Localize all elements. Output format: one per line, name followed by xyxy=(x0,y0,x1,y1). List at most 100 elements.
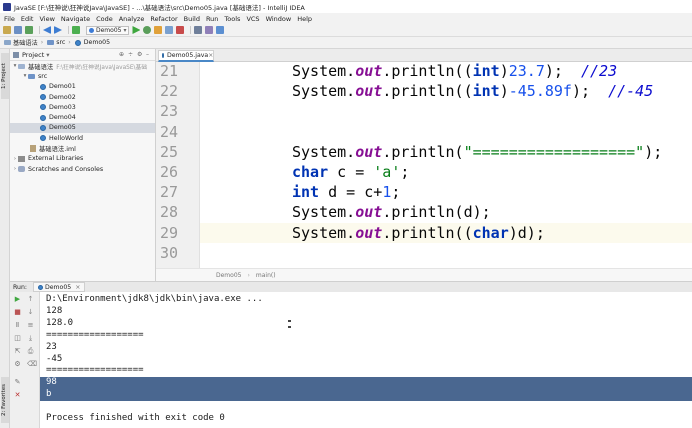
editor-tab-demo05[interactable]: Demo05.java × xyxy=(158,50,214,62)
tree-src-folder[interactable]: ▾ src xyxy=(10,71,155,81)
class-icon xyxy=(40,124,46,131)
stop-icon[interactable] xyxy=(176,26,185,34)
chevron-right-icon: › xyxy=(247,271,250,279)
code-token: System. xyxy=(292,142,356,161)
toolbar-divider xyxy=(190,26,192,34)
settings-gear-icon[interactable] xyxy=(194,26,203,34)
print-icon[interactable]: ⎙ xyxy=(27,348,34,355)
rerun-icon[interactable]: ▶ xyxy=(14,296,21,303)
menu-code[interactable]: Code xyxy=(96,15,113,23)
code-line[interactable]: int d = c+1; xyxy=(292,182,400,202)
scratches-label: Scratches and Consoles xyxy=(28,165,104,173)
pause-icon[interactable]: Ⅱ xyxy=(14,322,21,329)
tree-class-demo02[interactable]: Demo02 xyxy=(10,92,155,102)
sync-icon[interactable] xyxy=(25,26,33,34)
menu-tools[interactable]: Tools xyxy=(224,15,240,23)
code-token: ) xyxy=(499,62,509,80)
menu-edit[interactable]: Edit xyxy=(21,15,34,23)
clear-all-icon[interactable]: ⌫ xyxy=(27,361,37,368)
profile-icon[interactable] xyxy=(165,26,174,34)
src-label: src xyxy=(38,72,48,80)
project-tool-tab[interactable]: 1: Project xyxy=(1,53,9,99)
code-line[interactable]: System.out.println((char)d); xyxy=(292,223,545,243)
scroll-up-icon[interactable]: ↑ xyxy=(27,296,34,303)
tree-class-demo05[interactable]: Demo05 xyxy=(10,122,155,134)
code-token: //-45 xyxy=(608,82,654,101)
breadcrumb-src[interactable]: src › xyxy=(47,39,71,46)
run-console-output[interactable]: D:\Environment\jdk8\jdk\bin\java.exe ...… xyxy=(40,292,692,428)
class-icon xyxy=(40,114,46,121)
scroll-down-icon[interactable]: ↓ xyxy=(27,309,34,316)
external-libraries-label: External Libraries xyxy=(28,155,84,163)
build-hammer-icon[interactable] xyxy=(72,26,80,34)
soft-wrap-icon[interactable]: ≡ xyxy=(27,322,34,329)
menu-file[interactable]: File xyxy=(4,15,15,23)
menu-view[interactable]: View xyxy=(39,15,54,23)
code-line[interactable]: System.out.println((int)-45.89f); //-45 xyxy=(292,81,653,101)
forward-icon[interactable] xyxy=(54,26,62,34)
dump-threads-icon[interactable]: ◫ xyxy=(14,335,21,342)
close-icon[interactable]: × xyxy=(75,284,80,291)
tree-class-demo01[interactable]: Demo01 xyxy=(10,82,155,92)
scroll-to-end-icon[interactable]: ⤓ xyxy=(27,335,34,342)
pin-icon[interactable]: ✎ xyxy=(14,379,21,386)
breadcrumb-module[interactable]: 基础语法 › xyxy=(4,38,43,47)
console-output-line: 23 xyxy=(46,341,57,352)
open-folder-icon[interactable] xyxy=(3,26,11,34)
coverage-icon[interactable] xyxy=(154,26,163,34)
class-label: Demo02 xyxy=(49,93,76,101)
menu-help[interactable]: Help xyxy=(297,15,312,23)
project-panel-title[interactable]: Project xyxy=(22,51,44,59)
menu-navigate[interactable]: Navigate xyxy=(61,15,90,23)
search-icon[interactable] xyxy=(216,26,225,34)
code-token: ; xyxy=(391,183,401,202)
tree-scratches[interactable]: › Scratches and Consoles xyxy=(10,164,155,174)
menu-refactor[interactable]: Refactor xyxy=(150,15,177,23)
menu-build[interactable]: Build xyxy=(184,15,200,23)
close-icon[interactable]: ✕ xyxy=(14,392,21,399)
breadcrumb-class[interactable]: Demo05 xyxy=(74,39,110,46)
run-icon[interactable] xyxy=(132,26,141,34)
module-path: F:\狂神说\狂神说Java\JavaSE\基础 xyxy=(56,64,148,71)
tree-class-demo03[interactable]: Demo03 xyxy=(10,102,155,112)
close-icon[interactable]: × xyxy=(208,52,213,59)
locate-icon[interactable]: ⊕ xyxy=(119,51,125,58)
save-icon[interactable] xyxy=(14,26,22,34)
tree-class-helloworld[interactable]: HelloWorld xyxy=(10,133,155,143)
code-line[interactable]: System.out.println(d); xyxy=(292,202,491,222)
menu-vcs[interactable]: VCS xyxy=(246,15,259,23)
menu-analyze[interactable]: Analyze xyxy=(119,15,145,23)
editor-breadcrumb-method[interactable]: main() xyxy=(256,272,276,279)
code-token: .println(d); xyxy=(382,203,491,222)
code-line[interactable]: System.out.println((int)23.7); //23 xyxy=(292,62,617,81)
debug-icon[interactable] xyxy=(143,26,152,34)
run-configuration-selector[interactable]: Demo05 ▾ xyxy=(86,25,130,35)
scratches-icon xyxy=(18,166,25,173)
tree-class-demo04[interactable]: Demo04 xyxy=(10,112,155,122)
menu-window[interactable]: Window xyxy=(266,15,292,23)
code-area[interactable]: System.out.println((int)23.7); //23 Syste… xyxy=(200,62,692,268)
collapse-icon[interactable]: ÷ xyxy=(128,51,134,58)
run-tab-demo05[interactable]: Demo05 × xyxy=(32,282,86,292)
menu-run[interactable]: Run xyxy=(206,15,218,23)
project-structure-icon[interactable] xyxy=(205,26,214,34)
tree-external-libraries[interactable]: › External Libraries xyxy=(10,154,155,164)
line-number: 23 xyxy=(159,102,178,121)
exit-icon[interactable]: ⇱ xyxy=(14,348,21,355)
tree-module[interactable]: ▾ 基础语法 F:\狂神说\狂神说Java\JavaSE\基础 xyxy=(10,61,155,71)
chevron-right-icon: › xyxy=(40,39,44,46)
code-token: char xyxy=(292,163,329,181)
stop-icon[interactable]: ■ xyxy=(14,309,21,316)
hide-icon[interactable]: – xyxy=(146,51,152,58)
settings-gear-icon[interactable]: ⚙ xyxy=(14,361,21,368)
favorites-tool-tab[interactable]: 2: Favorites xyxy=(1,377,9,423)
chevron-down-icon[interactable]: ▾ xyxy=(46,51,49,59)
back-icon[interactable] xyxy=(43,26,51,34)
editor-breadcrumb-class[interactable]: Demo05 xyxy=(216,272,241,279)
breadcrumb-src-label: src xyxy=(56,39,66,46)
settings-gear-icon[interactable]: ⚙ xyxy=(137,51,143,58)
code-line[interactable]: System.out.println("==================")… xyxy=(292,142,662,162)
code-line[interactable]: char c = 'a'; xyxy=(292,162,409,182)
code-token: .println(( xyxy=(382,62,473,80)
tree-iml-file[interactable]: 基础语法.iml xyxy=(10,143,155,153)
